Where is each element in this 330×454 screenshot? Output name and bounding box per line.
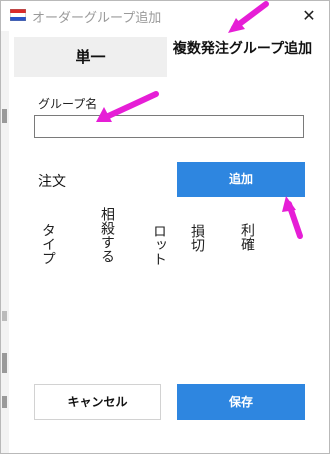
- tab-single[interactable]: 単一: [14, 37, 167, 77]
- column-header-take-profit: 利確: [239, 223, 255, 251]
- tab-multi-label: 複数発注グループ追加: [172, 41, 313, 57]
- save-button[interactable]: 保存: [177, 384, 305, 420]
- group-name-input[interactable]: [34, 115, 304, 138]
- column-header-lot: ロット: [151, 224, 167, 266]
- group-name-label: グループ名: [38, 97, 98, 111]
- strip-mark: [2, 396, 7, 408]
- column-header-type: タイプ: [40, 223, 56, 265]
- tab-multi-order-group[interactable]: 複数発注グループ追加: [167, 37, 318, 77]
- column-header-stop-loss: 損切: [189, 224, 205, 252]
- strip-mark: [2, 353, 7, 373]
- dialog-body: 単一 複数発注グループ追加 グループ名 注文 追加 タイプ 相殺する ロット 損…: [14, 37, 318, 441]
- strip-mark: [2, 311, 7, 321]
- window-title: オーダーグループ追加: [32, 11, 162, 26]
- cancel-button[interactable]: キャンセル: [34, 384, 161, 420]
- close-icon: ✕: [302, 6, 316, 25]
- strip-mark: [2, 109, 7, 123]
- orders-label: 注文: [38, 174, 66, 190]
- app-flag-icon: [10, 9, 26, 21]
- title-bar: オーダーグループ追加 ✕: [1, 1, 329, 31]
- dialog-window: オーダーグループ追加 ✕ 単一 複数発注グループ追加 グループ名 注文 追加 タ…: [0, 0, 330, 454]
- close-button[interactable]: ✕: [289, 1, 329, 31]
- column-header-offset: 相殺する: [99, 207, 115, 263]
- add-order-button[interactable]: 追加: [177, 162, 305, 197]
- tab-single-label: 単一: [75, 48, 106, 66]
- background-window-strip: [1, 31, 9, 453]
